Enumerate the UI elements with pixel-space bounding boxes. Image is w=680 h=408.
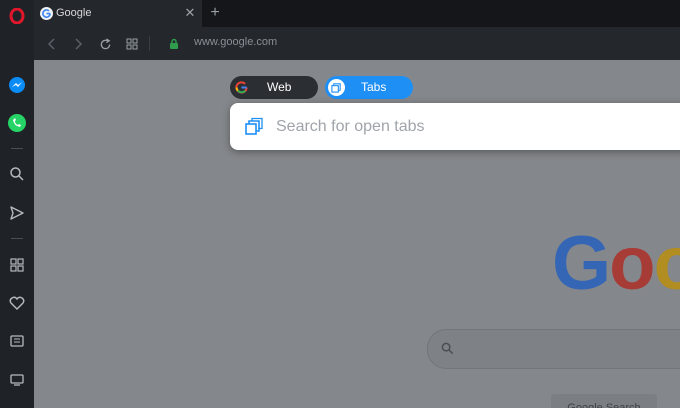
toolbar-divider [149, 36, 150, 51]
search-mode-tabs[interactable]: Tabs [325, 76, 413, 99]
google-favicon-icon [40, 7, 53, 20]
send-icon[interactable] [0, 199, 34, 227]
history-icon[interactable] [0, 366, 34, 394]
tab-google[interactable]: Google ✕ [34, 0, 202, 27]
speed-dial-icon[interactable] [0, 251, 34, 279]
lock-icon[interactable] [165, 35, 183, 53]
tabs-search-icon [244, 117, 264, 137]
reload-icon[interactable] [96, 35, 114, 53]
tab-strip: Google ✕ + [34, 0, 680, 27]
tab-search-box [230, 103, 680, 150]
tab-title: Google [56, 7, 92, 19]
back-icon[interactable] [43, 35, 61, 53]
sidebar-divider [11, 148, 23, 149]
search-mode-web[interactable]: Web [230, 76, 318, 99]
heart-icon[interactable] [0, 289, 34, 317]
sidebar-divider [11, 238, 23, 239]
search-icon[interactable] [0, 160, 34, 188]
google-logo-letter: o [609, 221, 655, 306]
tabs-icon [328, 79, 345, 96]
google-search-button[interactable]: Google Search [551, 394, 657, 408]
new-tab-button[interactable]: + [207, 4, 223, 22]
messenger-icon[interactable] [0, 71, 34, 99]
close-tab-icon[interactable]: ✕ [183, 5, 197, 21]
speed-dial-toolbar-icon[interactable] [123, 35, 141, 53]
opera-logo-icon[interactable] [0, 2, 34, 30]
whatsapp-icon[interactable] [0, 109, 34, 137]
google-logo-letter: G [552, 221, 611, 306]
sidebar [0, 0, 34, 408]
search-mode-tabs-label: Tabs [361, 80, 387, 94]
search-magnifier-icon [441, 342, 454, 355]
google-g-icon [234, 80, 249, 95]
address-bar[interactable]: www.google.com [194, 36, 277, 48]
google-logo-letter: o [653, 221, 680, 306]
forward-icon[interactable] [69, 35, 87, 53]
tab-search-input[interactable] [276, 115, 676, 139]
toolbar: www.google.com [34, 27, 680, 60]
search-mode-web-label: Web [267, 80, 292, 94]
news-icon[interactable] [0, 327, 34, 355]
google-logo: Goo [552, 220, 680, 307]
google-search-input[interactable] [427, 329, 680, 369]
